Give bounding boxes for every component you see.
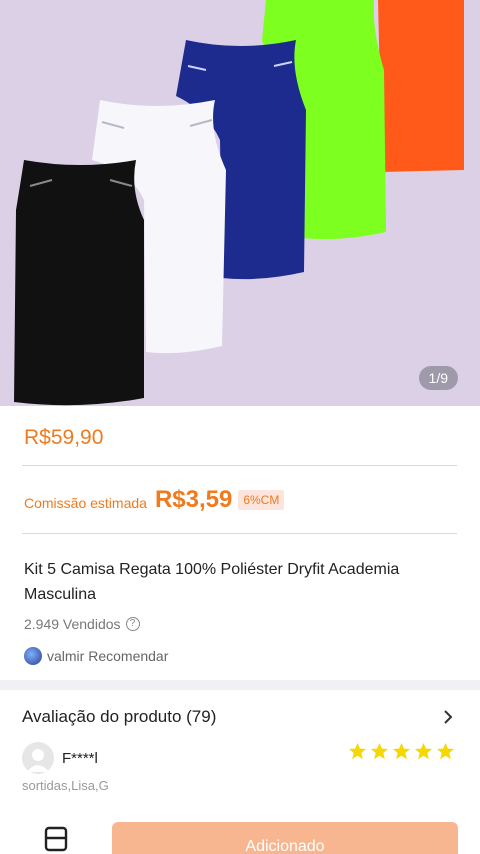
user-icon	[27, 749, 49, 772]
star-icon	[414, 742, 433, 760]
recommender-avatar	[24, 647, 42, 665]
recommend-row[interactable]: valmir Recomendar	[24, 647, 168, 665]
sold-count: 2.949 Vendidos ?	[24, 616, 140, 632]
add-to-showcase-button[interactable]: Adicionado	[112, 822, 458, 854]
commission-label: Comissão estimada	[24, 495, 147, 511]
sold-count-text: 2.949 Vendidos	[24, 616, 121, 632]
product-image	[14, 0, 464, 406]
product-price: R$59,90	[24, 426, 104, 449]
section-separator	[0, 680, 480, 690]
divider	[22, 533, 457, 534]
chevron-right-icon[interactable]	[440, 708, 456, 726]
star-icon	[436, 742, 455, 760]
store-icon[interactable]	[44, 826, 68, 854]
commission-row: Comissão estimada R$3,59 6%CM	[24, 486, 285, 514]
image-counter: 1/9	[418, 366, 458, 390]
reviewer-name: F****l	[62, 750, 98, 767]
commission-value: R$3,59	[154, 486, 233, 513]
product-title: Kit 5 Camisa Regata 100% Poliéster Dryfi…	[24, 561, 400, 603]
divider	[22, 465, 457, 466]
review-rating	[348, 742, 455, 761]
recommend-text: valmir Recomendar	[47, 648, 169, 664]
star-icon	[392, 742, 411, 760]
star-icon	[370, 742, 389, 760]
product-image-gallery[interactable]: 1/9	[0, 0, 480, 406]
info-icon[interactable]: ?	[125, 617, 140, 631]
star-icon	[348, 742, 367, 760]
review-variant: sortidas,Lisa,G	[22, 778, 109, 793]
reviewer-avatar	[22, 742, 54, 774]
commission-badge: 6%CM	[238, 490, 285, 510]
reviews-heading[interactable]: Avaliação do produto (79)	[22, 707, 216, 727]
